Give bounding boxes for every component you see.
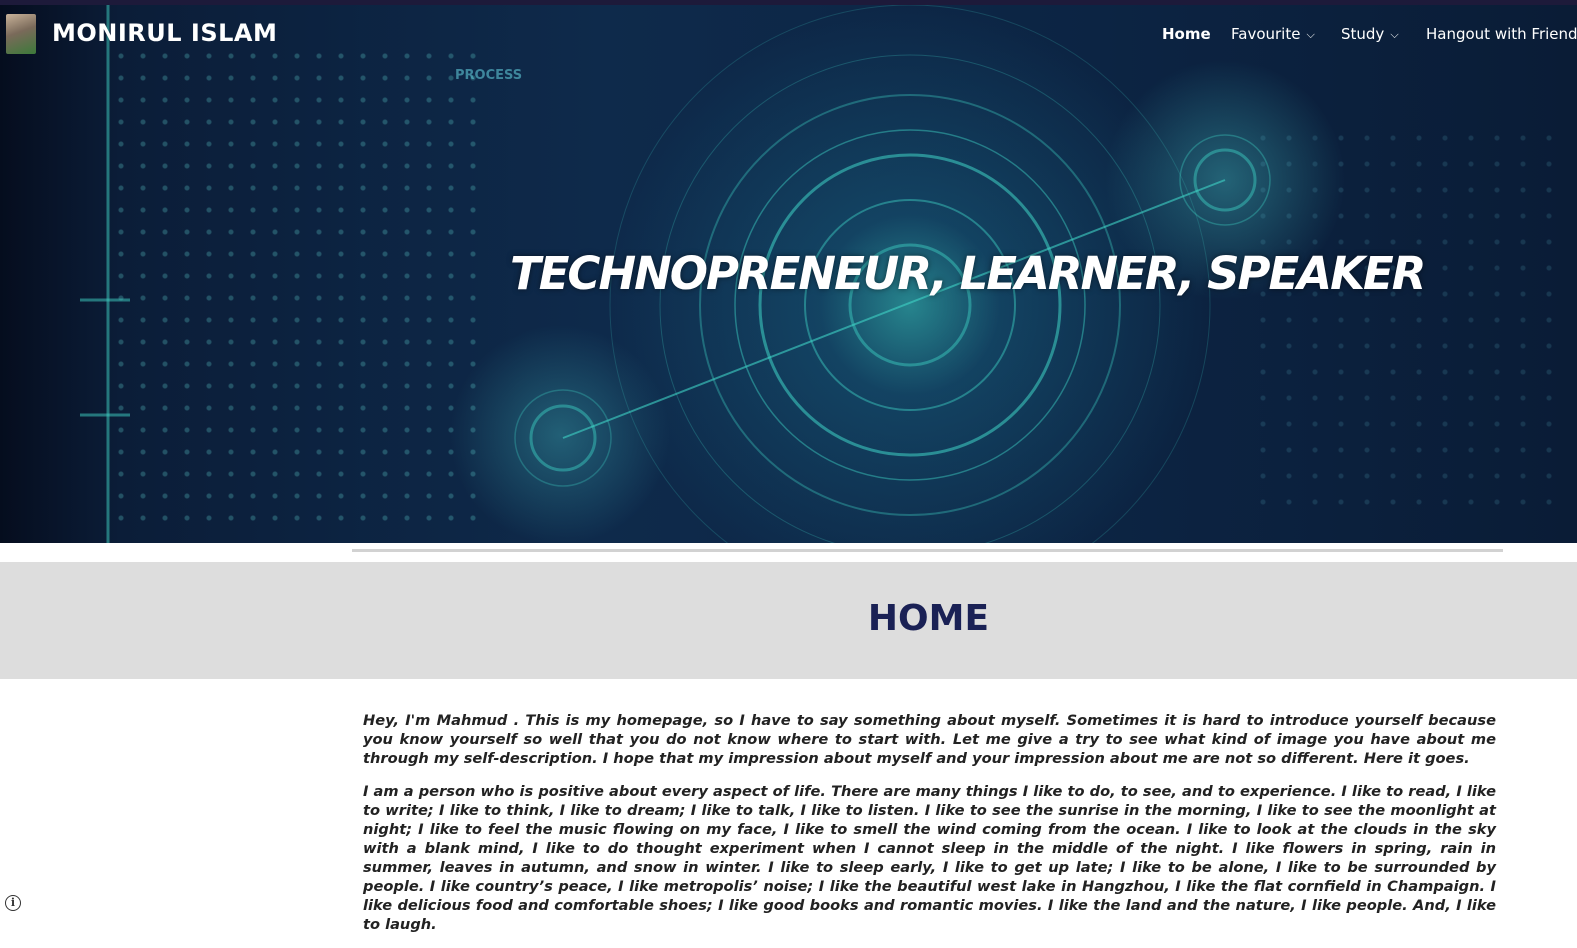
intro-paragraph: Hey, I'm Mahmud . This is my homepage, s… — [363, 712, 1496, 767]
nav-item-home[interactable]: Home — [1162, 25, 1211, 43]
page-title: HOME — [867, 598, 990, 639]
site-title[interactable]: MONIRUL ISLAM — [52, 19, 277, 47]
nav-item-hangout[interactable]: Hangout with Friends — [1426, 25, 1577, 43]
nav-item-favourite[interactable]: Favourite ⌵ — [1231, 25, 1315, 43]
about-paragraph: I am a person who is positive about ever… — [363, 783, 1496, 933]
site-logo-avatar[interactable] — [6, 14, 36, 54]
nav-item-label: Home — [1162, 25, 1211, 43]
hero-decor-label: PROCESS — [455, 68, 522, 83]
section-divider — [352, 549, 1503, 552]
nav-item-label: Study — [1341, 25, 1385, 43]
info-icon[interactable]: i — [5, 895, 21, 911]
site-header: MONIRUL ISLAM Home Favourite ⌵ Study ⌵ Han… — [0, 5, 1577, 65]
nav-item-study[interactable]: Study ⌵ — [1341, 25, 1399, 43]
hero-tagline: TECHNOPRENEUR, LEARNER, SPEAKER — [510, 247, 1426, 300]
nav-item-label: Hangout with Friends — [1426, 25, 1577, 43]
content-body: Hey, I'm Mahmud . This is my homepage, s… — [363, 711, 1496, 948]
page-title-band: HOME — [0, 562, 1577, 679]
hero-banner: PROCESS TECHNOPRENEUR, LEARNER, SPEAKER — [0, 5, 1577, 543]
chevron-down-icon[interactable]: ⌵ — [1390, 28, 1398, 42]
nav-item-label: Favourite — [1231, 25, 1301, 43]
chevron-down-icon[interactable]: ⌵ — [1306, 28, 1314, 42]
